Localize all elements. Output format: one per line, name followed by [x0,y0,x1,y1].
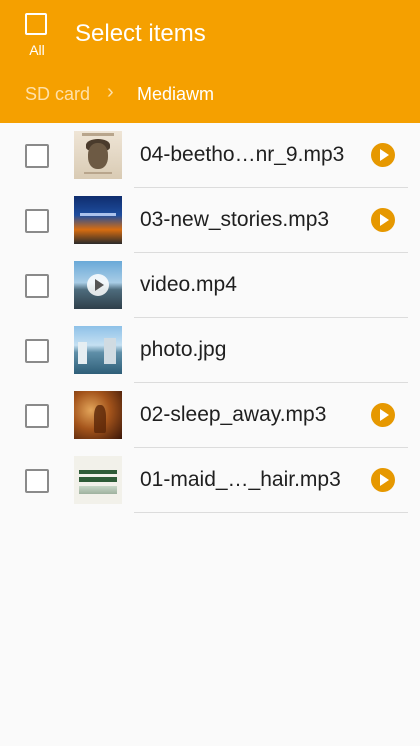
video-play-overlay-icon [87,274,109,296]
file-row[interactable]: photo.jpg [0,318,420,383]
file-checkbox[interactable] [25,274,49,298]
file-name: 04-beetho…nr_9.mp3 [140,143,345,166]
file-row[interactable]: 02-sleep_away.mp3 [0,383,420,448]
video-thumbnail [74,261,122,309]
file-checkbox[interactable] [25,209,49,233]
album-art-thumbnail [74,456,122,504]
file-name: 03-new_stories.mp3 [140,208,330,231]
play-icon[interactable] [371,403,395,427]
file-name: video.mp4 [140,273,237,296]
play-icon[interactable] [371,143,395,167]
file-name: photo.jpg [140,338,227,361]
file-checkbox[interactable] [25,144,49,168]
file-name: 01-maid_…_hair.mp3 [140,468,341,491]
album-art-thumbnail [74,391,122,439]
album-art-thumbnail [74,196,122,244]
file-name: 02-sleep_away.mp3 [140,403,327,426]
file-checkbox[interactable] [25,339,49,363]
file-row[interactable]: video.mp4 [0,253,420,318]
photo-thumbnail [74,326,122,374]
select-all-label[interactable]: All [22,42,52,58]
select-all-checkbox[interactable] [25,13,47,35]
file-checkbox[interactable] [25,404,49,428]
breadcrumb-current: Mediawm [137,84,215,104]
file-checkbox[interactable] [25,469,49,493]
play-icon[interactable] [371,208,395,232]
file-row[interactable]: 03-new_stories.mp3 [0,188,420,253]
play-icon[interactable] [371,468,395,492]
file-row[interactable]: 04-beetho…nr_9.mp3 [0,123,420,188]
album-art-thumbnail [74,131,122,179]
breadcrumb-root[interactable]: SD card [25,84,90,105]
file-row[interactable]: 01-maid_…_hair.mp3 [0,448,420,513]
page-title: Select items [75,20,206,47]
selection-app-bar: All Select items SD card › Mediawm [0,0,420,123]
chevron-right-icon: › [107,81,114,103]
row-divider [134,512,408,513]
